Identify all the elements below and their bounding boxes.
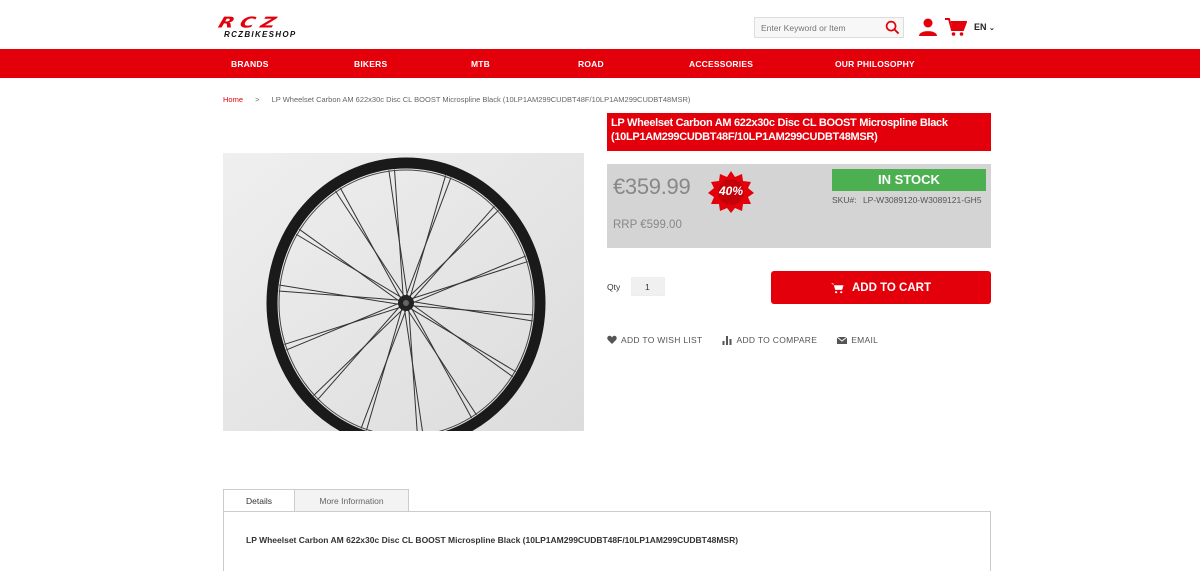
details-description: LP Wheelset Carbon AM 622x30c Disc CL BO… <box>246 535 739 545</box>
chevron-down-icon: ⌄ <box>989 25 995 32</box>
add-to-cart-label: ADD TO CART <box>851 281 931 294</box>
compare-label: ADD TO COMPARE <box>736 335 818 345</box>
sku-label: SKU#: <box>832 195 857 205</box>
tab-panel-details: LP Wheelset Carbon AM 622x30c Disc CL BO… <box>223 511 991 571</box>
breadcrumb-home-link[interactable]: Home <box>223 95 243 104</box>
recommended-retail-price: RRP €599.00 <box>613 219 682 231</box>
site-header: RCZ RCZBIKESHOP EN ⌄ <box>0 0 1200 49</box>
discount-badge: 40% <box>707 170 755 214</box>
breadcrumb: Home > LP Wheelset Carbon AM 622x30c Dis… <box>223 95 690 104</box>
discount-percent: 40% <box>719 184 744 198</box>
language-label: EN <box>974 22 987 32</box>
main-navigation: BRANDS BIKERS MTB ROAD ACCESSORIES OUR P… <box>0 49 1200 78</box>
site-logo[interactable]: RCZ RCZBIKESHOP <box>216 13 380 39</box>
user-account-icon[interactable] <box>918 17 938 37</box>
add-to-cart-button[interactable]: ADD TO CART <box>771 271 991 304</box>
email-label: EMAIL <box>851 335 879 345</box>
breadcrumb-current: LP Wheelset Carbon AM 622x30c Disc CL BO… <box>271 95 691 104</box>
nav-item-mtb[interactable]: MTB <box>471 59 490 69</box>
logo-wordmark: RCZ <box>216 13 285 31</box>
tab-details[interactable]: Details <box>223 489 295 512</box>
sku-value: LP-W3089120-W3089121-GH5 <box>862 195 982 205</box>
price-box: €359.99 40% RRP €599.00 IN STOCK SKU#: L… <box>607 164 991 248</box>
heart-icon <box>607 335 617 344</box>
nav-item-bikers[interactable]: BIKERS <box>354 59 387 69</box>
wishlist-label: ADD TO WISH LIST <box>621 335 703 345</box>
nav-item-accessories[interactable]: ACCESSORIES <box>689 59 753 69</box>
tab-more-information[interactable]: More Information <box>295 489 409 512</box>
logo-subtitle: RCZBIKESHOP <box>224 30 297 39</box>
product-tabs: Details More Information <box>223 489 409 512</box>
language-selector[interactable]: EN ⌄ <box>974 22 995 32</box>
bar-chart-icon <box>722 336 732 345</box>
stock-status-badge: IN STOCK <box>832 169 986 191</box>
product-price: €359.99 <box>613 174 691 199</box>
wheel-illustration <box>223 153 584 431</box>
envelope-icon <box>837 336 848 344</box>
search-box <box>754 17 904 38</box>
nav-item-our-philosophy[interactable]: OUR PHILOSOPHY <box>835 59 915 69</box>
nav-item-road[interactable]: ROAD <box>578 59 604 69</box>
qty-label: Qty <box>607 282 621 292</box>
email-link[interactable]: EMAIL <box>837 333 878 347</box>
shopping-cart-icon[interactable] <box>945 17 967 37</box>
product-actions: ADD TO WISH LIST ADD TO COMPARE EMAIL <box>607 333 898 347</box>
search-input[interactable] <box>755 18 881 38</box>
nav-item-brands[interactable]: BRANDS <box>231 59 269 69</box>
qty-input[interactable] <box>631 277 665 296</box>
product-title: LP Wheelset Carbon AM 622x30c Disc CL BO… <box>607 113 991 151</box>
add-to-compare-link[interactable]: ADD TO COMPARE <box>722 333 817 347</box>
search-icon[interactable] <box>885 20 900 35</box>
sku: SKU#: LP-W3089120-W3089121-GH5 <box>832 195 982 205</box>
product-image[interactable] <box>223 153 584 431</box>
add-to-wishlist-link[interactable]: ADD TO WISH LIST <box>607 333 702 347</box>
cart-icon <box>830 282 844 293</box>
breadcrumb-separator: > <box>255 95 260 104</box>
